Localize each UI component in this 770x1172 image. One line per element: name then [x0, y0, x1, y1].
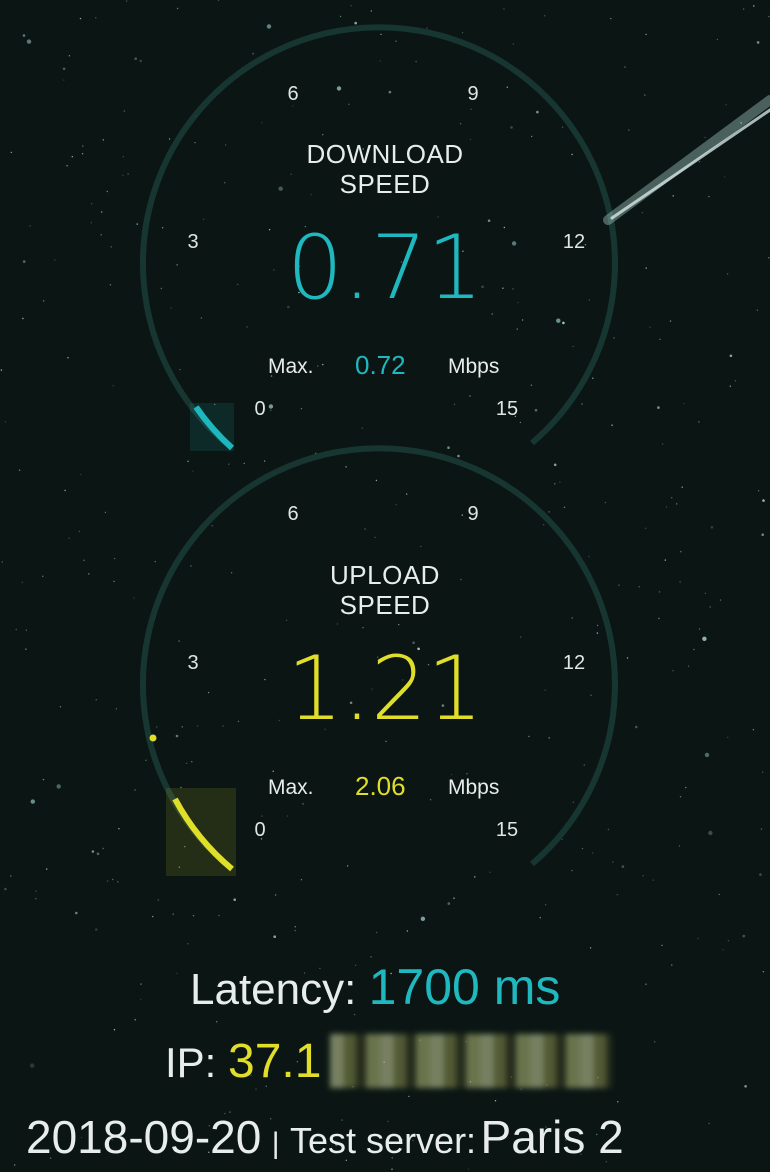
- upload-max-marker: [149, 734, 157, 742]
- test-server-name: Paris 2: [480, 1111, 624, 1163]
- upload-title: UPLOAD SPEED: [235, 560, 535, 620]
- ip-value: 37.1: [228, 1035, 322, 1088]
- test-date: 2018-09-20: [26, 1111, 262, 1163]
- upload-tick-0: 0: [254, 819, 266, 841]
- latency-label: Latency:: [190, 965, 357, 1014]
- upload-gauge-dial: [0, 0, 770, 460]
- upload-tick-6: 6: [287, 503, 299, 525]
- upload-needle-glow: [166, 788, 236, 876]
- ip-label: IP:: [165, 1039, 217, 1086]
- footer-separator: |: [271, 1127, 280, 1160]
- ip-row: IP: 37.1: [165, 1034, 321, 1089]
- upload-title-line1: UPLOAD: [330, 560, 440, 590]
- upload-tick-9: 9: [467, 503, 479, 525]
- upload-speed-value: 1.21: [287, 637, 483, 740]
- upload-max-label: Max.: [268, 776, 314, 799]
- latency-row: Latency: 1700 ms: [190, 958, 560, 1016]
- latency-value: 1700 ms: [368, 959, 561, 1015]
- upload-unit: Mbps: [448, 776, 500, 799]
- ip-redaction-blur: [330, 1034, 612, 1088]
- upload-tick-15: 15: [495, 819, 519, 841]
- upload-title-line2: SPEED: [339, 590, 431, 620]
- footer-row: 2018-09-20 | Test server: Paris 2: [26, 1110, 624, 1164]
- upload-max-value: 2.06: [355, 771, 406, 801]
- test-server-label: Test server:: [290, 1120, 477, 1161]
